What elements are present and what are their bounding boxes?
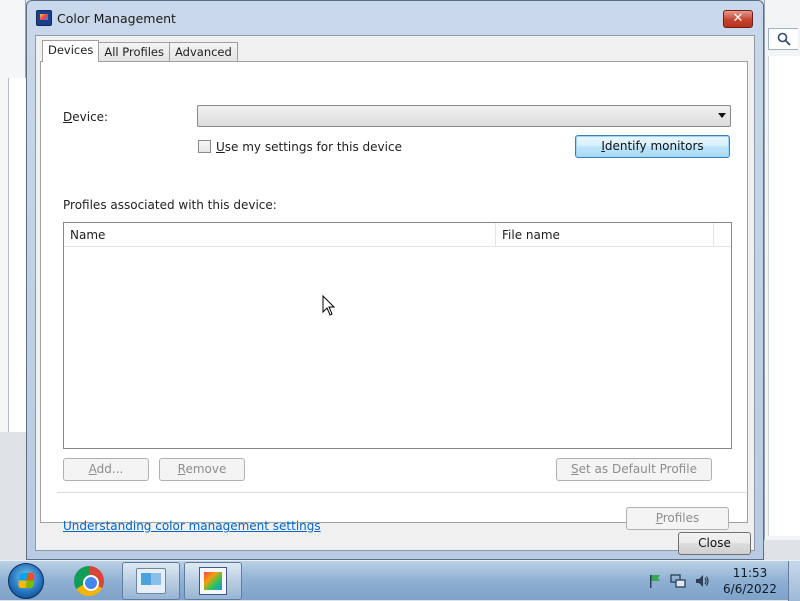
flag-icon bbox=[650, 575, 660, 588]
network-icon[interactable] bbox=[670, 573, 686, 589]
device-label: Device: bbox=[63, 110, 108, 124]
speaker-icon bbox=[696, 575, 709, 587]
add-button-accelerator: A bbox=[88, 462, 97, 476]
volume-icon[interactable] bbox=[694, 573, 709, 589]
add-button-label: dd... bbox=[96, 462, 124, 476]
device-label-accelerator: D bbox=[63, 110, 73, 124]
dialog-client-area: Devices All Profiles Advanced Device: Us… bbox=[35, 35, 755, 555]
tab-all-profiles-label: All Profiles bbox=[104, 45, 164, 59]
color-management-icon bbox=[199, 567, 227, 595]
window-title: Color Management bbox=[57, 11, 176, 26]
remove-button-label: emove bbox=[185, 462, 227, 476]
column-header-file-name[interactable]: File name bbox=[496, 223, 714, 247]
control-panel-icon bbox=[136, 568, 166, 594]
clock-date: 6/6/2022 bbox=[723, 582, 777, 596]
use-my-settings-text: se my settings for this device bbox=[224, 140, 402, 154]
set-default-label: et as Default Profile bbox=[578, 462, 697, 476]
profiles-button-accelerator: P bbox=[655, 511, 663, 525]
device-label-text: evice: bbox=[72, 110, 109, 124]
use-my-settings-label[interactable]: Use my settings for this device bbox=[216, 140, 402, 154]
divider bbox=[57, 492, 747, 493]
window-close-button[interactable]: ✕ bbox=[723, 10, 753, 28]
column-header-name[interactable]: Name bbox=[64, 223, 496, 247]
background-window-left bbox=[0, 0, 26, 432]
devices-tab-panel: Device: Use my settings for this device … bbox=[40, 61, 748, 533]
tab-advanced-label: Advanced bbox=[175, 45, 232, 59]
tab-devices-label: Devices bbox=[48, 43, 94, 57]
close-icon: ✕ bbox=[732, 11, 744, 26]
color-management-app-icon bbox=[36, 10, 52, 26]
background-window-left-pane bbox=[8, 78, 26, 432]
remove-button[interactable]: Remove bbox=[159, 458, 245, 481]
profiles-button-label: rofiles bbox=[662, 511, 700, 525]
tab-devices[interactable]: Devices bbox=[42, 40, 100, 62]
color-management-dialog: Color Management ✕ Devices All Profiles … bbox=[26, 0, 764, 560]
taskbar-color-management[interactable] bbox=[184, 562, 242, 600]
search-icon bbox=[777, 32, 791, 46]
system-clock[interactable]: 11:53 6/6/2022 bbox=[716, 565, 784, 597]
action-center-icon[interactable] bbox=[648, 573, 662, 589]
identify-monitors-button[interactable]: Identify monitors bbox=[575, 135, 730, 158]
chevron-down-icon bbox=[718, 113, 726, 118]
mouse-cursor-icon bbox=[322, 295, 336, 316]
background-search-box[interactable] bbox=[768, 28, 798, 50]
profiles-list-header: Name File name bbox=[64, 223, 731, 247]
set-default-accelerator: S bbox=[571, 462, 579, 476]
profiles-list[interactable]: Name File name bbox=[63, 222, 732, 449]
use-my-settings-accelerator: U bbox=[216, 140, 225, 154]
taskbar-control-panel[interactable] bbox=[122, 562, 180, 600]
close-button[interactable]: Close bbox=[678, 532, 751, 555]
device-dropdown[interactable] bbox=[197, 105, 731, 127]
tab-advanced[interactable]: Advanced bbox=[169, 42, 238, 62]
taskbar: 11:53 6/6/2022 bbox=[0, 560, 800, 601]
use-my-settings-checkbox[interactable] bbox=[198, 140, 211, 153]
understanding-color-management-link[interactable]: Understanding color management settings bbox=[63, 519, 321, 533]
set-as-default-profile-button[interactable]: Set as Default Profile bbox=[556, 458, 712, 481]
chrome-icon bbox=[74, 566, 104, 596]
profiles-button[interactable]: Profiles bbox=[626, 507, 729, 530]
taskbar-chrome[interactable] bbox=[60, 562, 118, 600]
title-bar[interactable]: Color Management ✕ bbox=[27, 1, 763, 35]
identify-monitors-label: dentify monitors bbox=[604, 139, 704, 153]
tab-all-profiles[interactable]: All Profiles bbox=[98, 42, 170, 62]
background-window-right-pane bbox=[768, 56, 800, 536]
add-button[interactable]: Add... bbox=[63, 458, 149, 481]
tab-strip: Devices All Profiles Advanced bbox=[42, 40, 238, 62]
network-monitor-icon bbox=[670, 574, 686, 588]
start-button[interactable] bbox=[8, 563, 44, 599]
clock-time: 11:53 bbox=[732, 566, 768, 580]
show-desktop-button[interactable] bbox=[788, 561, 800, 601]
profiles-associated-label: Profiles associated with this device: bbox=[63, 198, 277, 212]
